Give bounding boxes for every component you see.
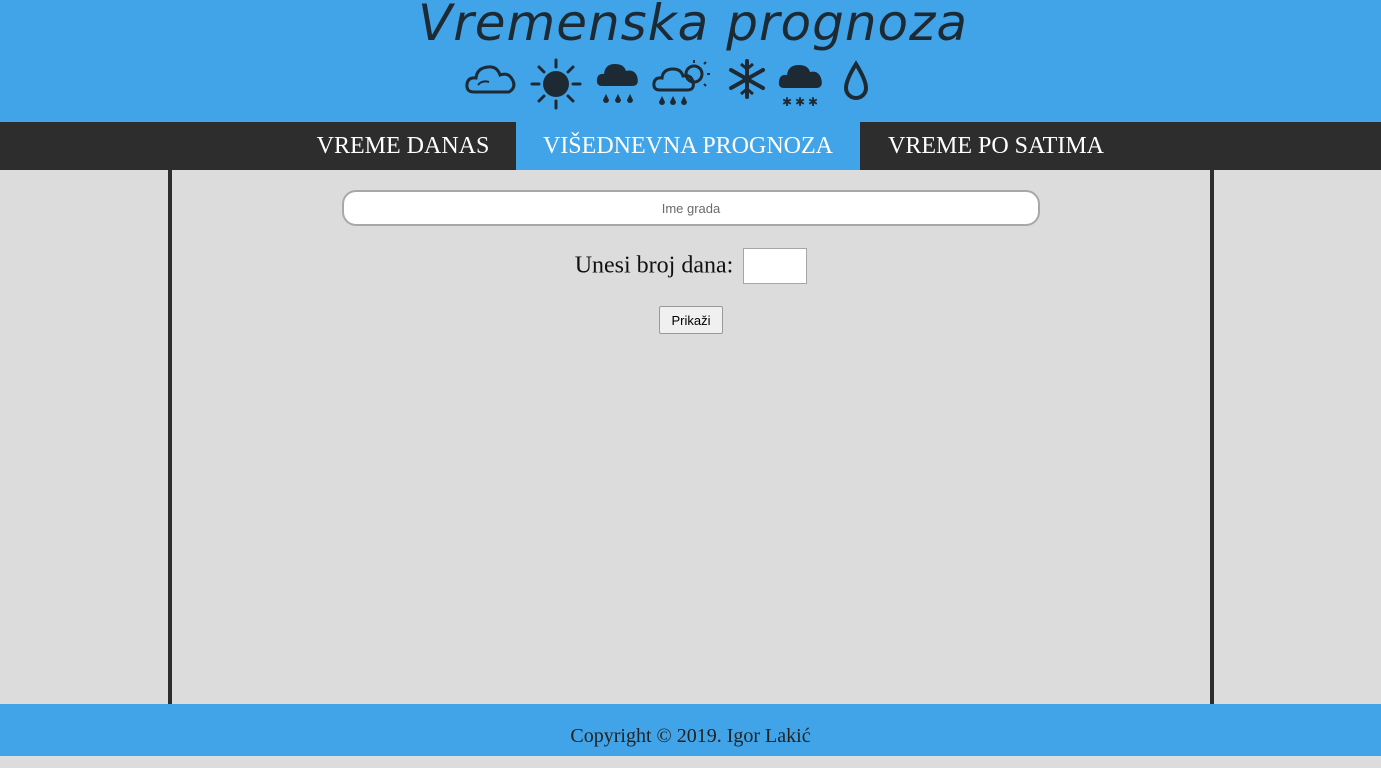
snow-cloud-icon: ✱ ✱ ✱: [778, 65, 822, 109]
cloud-icon: [465, 65, 516, 94]
main-content: Unesi broj dana: Prikaži: [168, 170, 1214, 704]
days-input[interactable]: [743, 248, 808, 284]
weather-icons: ✱ ✱ ✱: [462, 58, 882, 114]
days-label: Unesi broj dana:: [574, 252, 734, 279]
rain-icon: [596, 64, 638, 103]
partly-sunny-rain-icon: [652, 60, 710, 105]
show-button[interactable]: Prikaži: [659, 306, 723, 334]
snowflake-icon: [729, 59, 765, 99]
main-nav: VREME DANAS VIŠEDNEVNA PROGNOZA VREME PO…: [0, 122, 1381, 170]
days-row: Unesi broj dana:: [172, 248, 1210, 284]
svg-text:✱: ✱: [808, 95, 818, 109]
drop-icon: [843, 60, 869, 100]
svg-text:✱: ✱: [782, 95, 792, 109]
sun-icon: [530, 58, 582, 110]
copyright-text: Copyright © 2019. Igor Lakić: [570, 725, 811, 747]
svg-text:✱: ✱: [795, 95, 805, 109]
site-footer: Copyright © 2019. Igor Lakić: [0, 704, 1381, 756]
nav-item-vreme-danas[interactable]: VREME DANAS: [290, 122, 516, 170]
site-header: Vremenska prognoza ✱ ✱ ✱: [0, 0, 1381, 122]
nav-item-vreme-po-satima[interactable]: VREME PO SATIMA: [860, 122, 1132, 170]
city-search-input[interactable]: [342, 190, 1040, 226]
site-title: Vremenska prognoza: [418, 0, 969, 52]
nav-item-visednevna-prognoza[interactable]: VIŠEDNEVNA PROGNOZA: [516, 122, 860, 170]
